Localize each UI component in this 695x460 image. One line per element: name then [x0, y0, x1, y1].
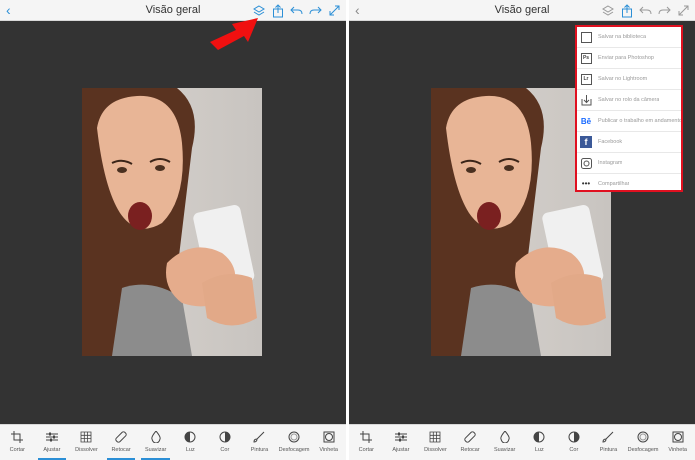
tool-light[interactable]: Luz: [522, 425, 557, 460]
top-actions: [600, 2, 691, 19]
tool-adjust[interactable]: Ajustar: [35, 425, 70, 460]
tool-light[interactable]: Luz: [173, 425, 208, 460]
tool-crop[interactable]: Cortar: [349, 425, 384, 460]
top-actions: [251, 2, 342, 19]
instagram-icon: [580, 157, 592, 169]
share-icon[interactable]: [270, 2, 285, 19]
tool-color[interactable]: Cor: [208, 425, 243, 460]
tool-vignette[interactable]: Vinheta: [660, 425, 695, 460]
tool-crop[interactable]: Cortar: [0, 425, 35, 460]
tool-bar: Cortar Ajustar Dissolver Retocar Suaviza…: [349, 424, 695, 460]
droplet-icon: [148, 429, 163, 444]
menu-item-instagram[interactable]: Instagram: [577, 153, 681, 174]
bandage-icon: [463, 429, 478, 444]
tool-blur[interactable]: Desfocagem: [626, 425, 661, 460]
top-bar: ‹ Visão geral: [349, 0, 695, 21]
tool-paint[interactable]: Pintura: [591, 425, 626, 460]
library-icon: [580, 31, 592, 43]
menu-item-save-camera-roll[interactable]: Salvar no rolo da câmera: [577, 90, 681, 111]
redo-icon[interactable]: [308, 2, 323, 19]
brush-icon: [601, 429, 616, 444]
left-screen: ‹ Visão geral Cortar Ajustar Dissolver R…: [0, 0, 346, 460]
tool-vignette[interactable]: Vinheta: [311, 425, 346, 460]
redo-icon[interactable]: [657, 2, 672, 19]
vignette-icon: [321, 429, 336, 444]
right-screen: ‹ Visão geral Salvar na biblioteca Ps En…: [349, 0, 695, 460]
behance-icon: Bē: [580, 116, 592, 126]
download-icon: [580, 94, 592, 106]
tool-bar: Cortar Ajustar Dissolver Retocar Suaviza…: [0, 424, 346, 460]
grid-icon: [428, 429, 443, 444]
menu-item-facebook[interactable]: f Facebook: [577, 132, 681, 153]
half-circle-icon: [183, 429, 198, 444]
layers-icon[interactable]: [600, 2, 615, 19]
color-circle-icon: [217, 429, 232, 444]
tool-dissolve[interactable]: Dissolver: [69, 425, 104, 460]
tool-adjust[interactable]: Ajustar: [384, 425, 419, 460]
half-circle-icon: [532, 429, 547, 444]
sliders-icon: [44, 429, 59, 444]
tool-blur[interactable]: Desfocagem: [277, 425, 312, 460]
fullscreen-icon[interactable]: [676, 2, 691, 19]
pointer-arrow-icon: [210, 18, 258, 50]
tool-paint[interactable]: Pintura: [242, 425, 277, 460]
menu-item-save-library[interactable]: Salvar na biblioteca: [577, 27, 681, 48]
menu-item-save-lightroom[interactable]: Lr Salvar no Lightroom: [577, 69, 681, 90]
more-dots-icon: •••: [581, 179, 591, 188]
tool-color[interactable]: Cor: [557, 425, 592, 460]
top-bar: ‹ Visão geral: [0, 0, 346, 21]
droplet-icon: [497, 429, 512, 444]
brush-icon: [252, 429, 267, 444]
menu-item-send-photoshop[interactable]: Ps Enviar para Photoshop: [577, 48, 681, 69]
tool-retouch[interactable]: Retocar: [104, 425, 139, 460]
lightroom-icon: Lr: [580, 73, 592, 85]
tool-retouch[interactable]: Retocar: [453, 425, 488, 460]
vignette-icon: [670, 429, 685, 444]
facebook-icon: f: [580, 136, 592, 148]
blur-circle-icon: [636, 429, 651, 444]
menu-item-share-more[interactable]: ••• Compartilhar: [577, 173, 681, 194]
color-circle-icon: [566, 429, 581, 444]
photo-canvas[interactable]: [82, 88, 262, 356]
photoshop-icon: Ps: [580, 52, 592, 64]
menu-item-publish-behance[interactable]: Bē Publicar o trabalho em andamento: [577, 111, 681, 132]
bandage-icon: [114, 429, 129, 444]
tool-smooth[interactable]: Suavizar: [487, 425, 522, 460]
share-icon[interactable]: [619, 2, 634, 19]
blur-circle-icon: [287, 429, 302, 444]
share-menu: Salvar na biblioteca Ps Enviar para Phot…: [575, 25, 683, 192]
undo-icon[interactable]: [638, 2, 653, 19]
tool-dissolve[interactable]: Dissolver: [418, 425, 453, 460]
tool-smooth[interactable]: Suavizar: [138, 425, 173, 460]
sliders-icon: [393, 429, 408, 444]
crop-icon: [359, 429, 374, 444]
undo-icon[interactable]: [289, 2, 304, 19]
fullscreen-icon[interactable]: [327, 2, 342, 19]
crop-icon: [10, 429, 25, 444]
grid-icon: [79, 429, 94, 444]
